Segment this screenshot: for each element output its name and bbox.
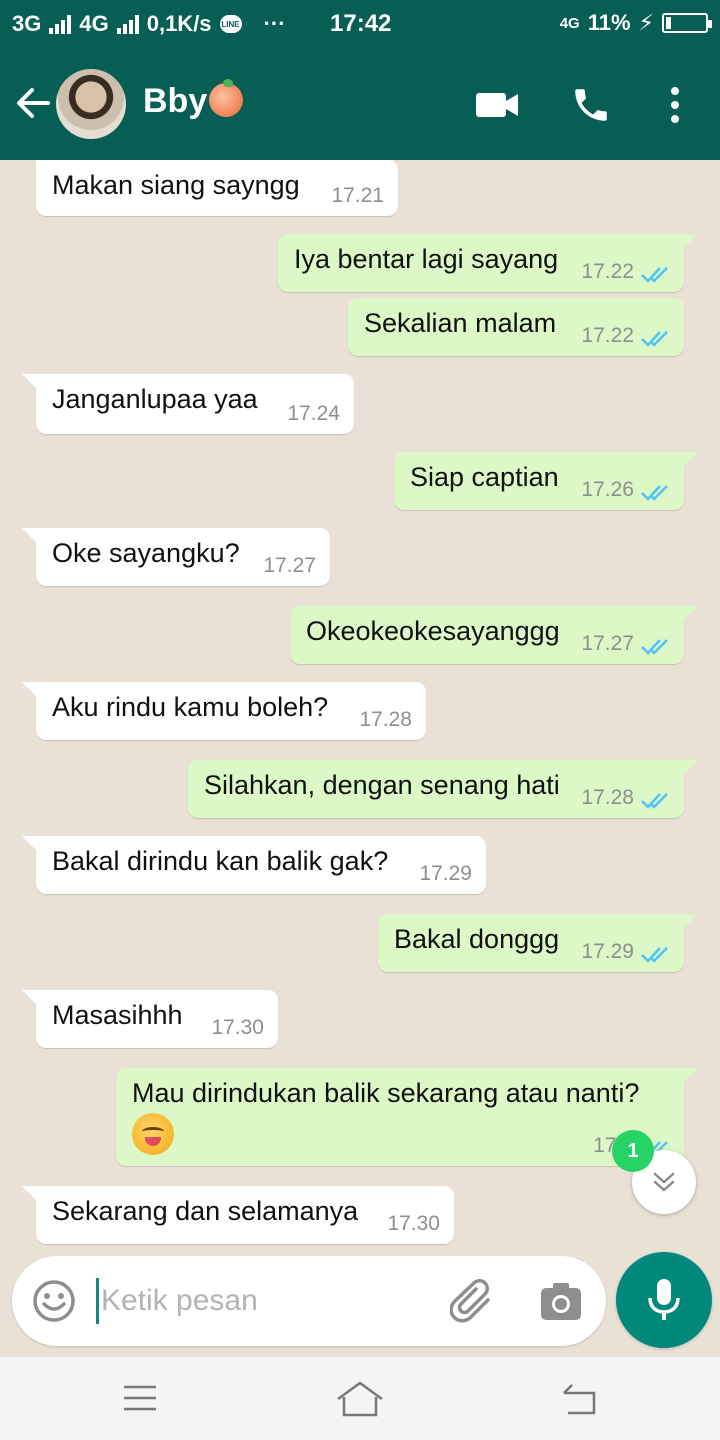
message-outgoing[interactable]: Iya bentar lagi sayang 17.22 (278, 234, 698, 292)
message-outgoing[interactable]: Mau dirindukan balik sekarang atau nanti… (116, 1068, 698, 1166)
read-ticks-icon (641, 267, 668, 283)
clock: 17:42 (330, 10, 392, 37)
message-text: Okeokeokesayanggg (306, 616, 560, 646)
message-outgoing[interactable]: Bakal donggg 17.29 (378, 914, 698, 972)
message-time: 17.30 (211, 1016, 264, 1039)
message-list[interactable]: Makan siang sayngg 17.21 Iya bentar lagi… (0, 160, 720, 1260)
back-button[interactable] (14, 84, 52, 122)
camera-button[interactable] (540, 1282, 582, 1322)
contact-avatar[interactable] (56, 69, 126, 139)
arrow-left-icon (17, 88, 50, 118)
message-outgoing[interactable]: Siap captian 17.26 (394, 452, 698, 510)
message-text: Iya bentar lagi sayang (294, 244, 559, 274)
microphone-icon (648, 1279, 680, 1320)
message-outgoing[interactable]: Silahkan, dengan senang hati 17.28 (188, 760, 698, 818)
voice-message-button[interactable] (616, 1252, 712, 1348)
nav-home-button[interactable] (334, 1379, 386, 1419)
message-incoming[interactable]: Oke sayangku? 17.27 (22, 528, 330, 586)
message-text: Janganlupaa yaa (52, 384, 258, 414)
message-time: 17.22 (581, 260, 634, 283)
message-outgoing[interactable]: Sekalian malam 17.22 (348, 298, 684, 356)
nav-menu-button[interactable] (120, 1383, 160, 1413)
message-text: Sekalian malam (364, 308, 557, 338)
system-nav-bar (0, 1356, 720, 1440)
message-text: Sekarang dan selamanya (52, 1196, 359, 1226)
message-time: 17.29 (419, 862, 472, 885)
attach-button[interactable] (449, 1278, 498, 1324)
menu-lines-icon (124, 1385, 156, 1411)
network-label-1: 3G (12, 11, 42, 36)
message-incoming[interactable]: Sekarang dan selamanya 17.30 (22, 1186, 454, 1244)
battery-percent: 11% (587, 10, 631, 35)
line-app-icon: LINE (219, 15, 242, 33)
message-time: 17.28 (359, 708, 412, 731)
more-options-button[interactable] (660, 84, 690, 126)
smiley-icon (33, 1280, 75, 1322)
composer-bar (12, 1256, 606, 1346)
video-call-button[interactable] (474, 90, 520, 120)
message-text: Oke sayangku? (52, 538, 240, 568)
network-type: 4G (559, 14, 580, 32)
return-icon (563, 1384, 596, 1415)
read-ticks-icon (641, 331, 668, 347)
phone-icon (575, 89, 607, 121)
message-text: Siap captian (410, 462, 559, 492)
emoji-button[interactable] (32, 1279, 76, 1323)
status-right: 4G 11% ⚡ (559, 10, 712, 36)
message-text: Silahkan, dengan senang hati (204, 770, 560, 800)
contact-name[interactable]: Bby (143, 79, 244, 121)
signal-icon (49, 14, 72, 34)
video-camera-icon (476, 93, 518, 117)
more-notifications-icon: ··· (263, 11, 286, 36)
peach-emoji-icon (209, 79, 244, 117)
message-incoming[interactable]: Masasihhh 17.30 (22, 990, 278, 1048)
network-label-2: 4G (79, 11, 109, 36)
message-text: Makan siang sayngg (52, 170, 300, 200)
read-ticks-icon (641, 947, 668, 963)
charging-icon: ⚡ (638, 10, 654, 35)
paperclip-icon (449, 1279, 490, 1323)
message-incoming[interactable]: Bakal dirindu kan balik gak? 17.29 (22, 836, 486, 894)
contact-name-text: Bby (143, 82, 208, 120)
signal-icon-2 (116, 14, 139, 34)
message-time: 17.21 (331, 184, 384, 207)
kebab-menu-icon (671, 87, 679, 123)
message-incoming[interactable]: Makan siang sayngg 17.21 (36, 160, 398, 216)
status-bar: 3G 4G 0,1K/s LINE ··· 17:42 4G 11% ⚡ (0, 0, 720, 48)
message-text: Bakal donggg (394, 924, 560, 954)
message-time: 17.26 (581, 478, 634, 501)
read-ticks-icon (641, 639, 668, 655)
message-time: 17.29 (581, 940, 634, 963)
message-incoming[interactable]: Janganlupaa yaa 17.24 (22, 374, 354, 434)
message-outgoing[interactable]: Okeokeokesayanggg 17.27 (290, 606, 698, 664)
status-left: 3G 4G 0,1K/s LINE ··· (12, 11, 286, 37)
read-ticks-icon (641, 485, 668, 501)
double-chevron-down-icon (653, 1172, 675, 1192)
message-text: Bakal dirindu kan balik gak? (52, 846, 389, 876)
yum-face-emoji-icon (132, 1113, 174, 1155)
message-time: 17.28 (581, 786, 634, 809)
message-input[interactable] (96, 1278, 436, 1324)
data-speed: 0,1K/s (146, 11, 212, 36)
camera-icon (541, 1283, 581, 1320)
voice-call-button[interactable] (570, 84, 612, 126)
message-incoming[interactable]: Aku rindu kamu boleh? 17.28 (22, 682, 426, 740)
read-ticks-icon (641, 793, 668, 809)
unread-count-badge: 1 (612, 1130, 654, 1172)
message-time: 17.27 (581, 632, 634, 655)
chat-header: Bby (0, 48, 720, 160)
message-time: 17.27 (263, 554, 316, 577)
message-text: Aku rindu kamu boleh? (52, 692, 329, 722)
message-text: Mau dirindukan balik sekarang atau nanti… (132, 1078, 640, 1108)
message-time: 17.22 (581, 324, 634, 347)
message-text: Masasihhh (52, 1000, 183, 1030)
home-icon (337, 1381, 383, 1417)
nav-back-button[interactable] (560, 1381, 600, 1417)
battery-icon (662, 13, 712, 33)
message-time: 17.30 (387, 1212, 440, 1235)
message-time: 17.24 (287, 402, 340, 425)
